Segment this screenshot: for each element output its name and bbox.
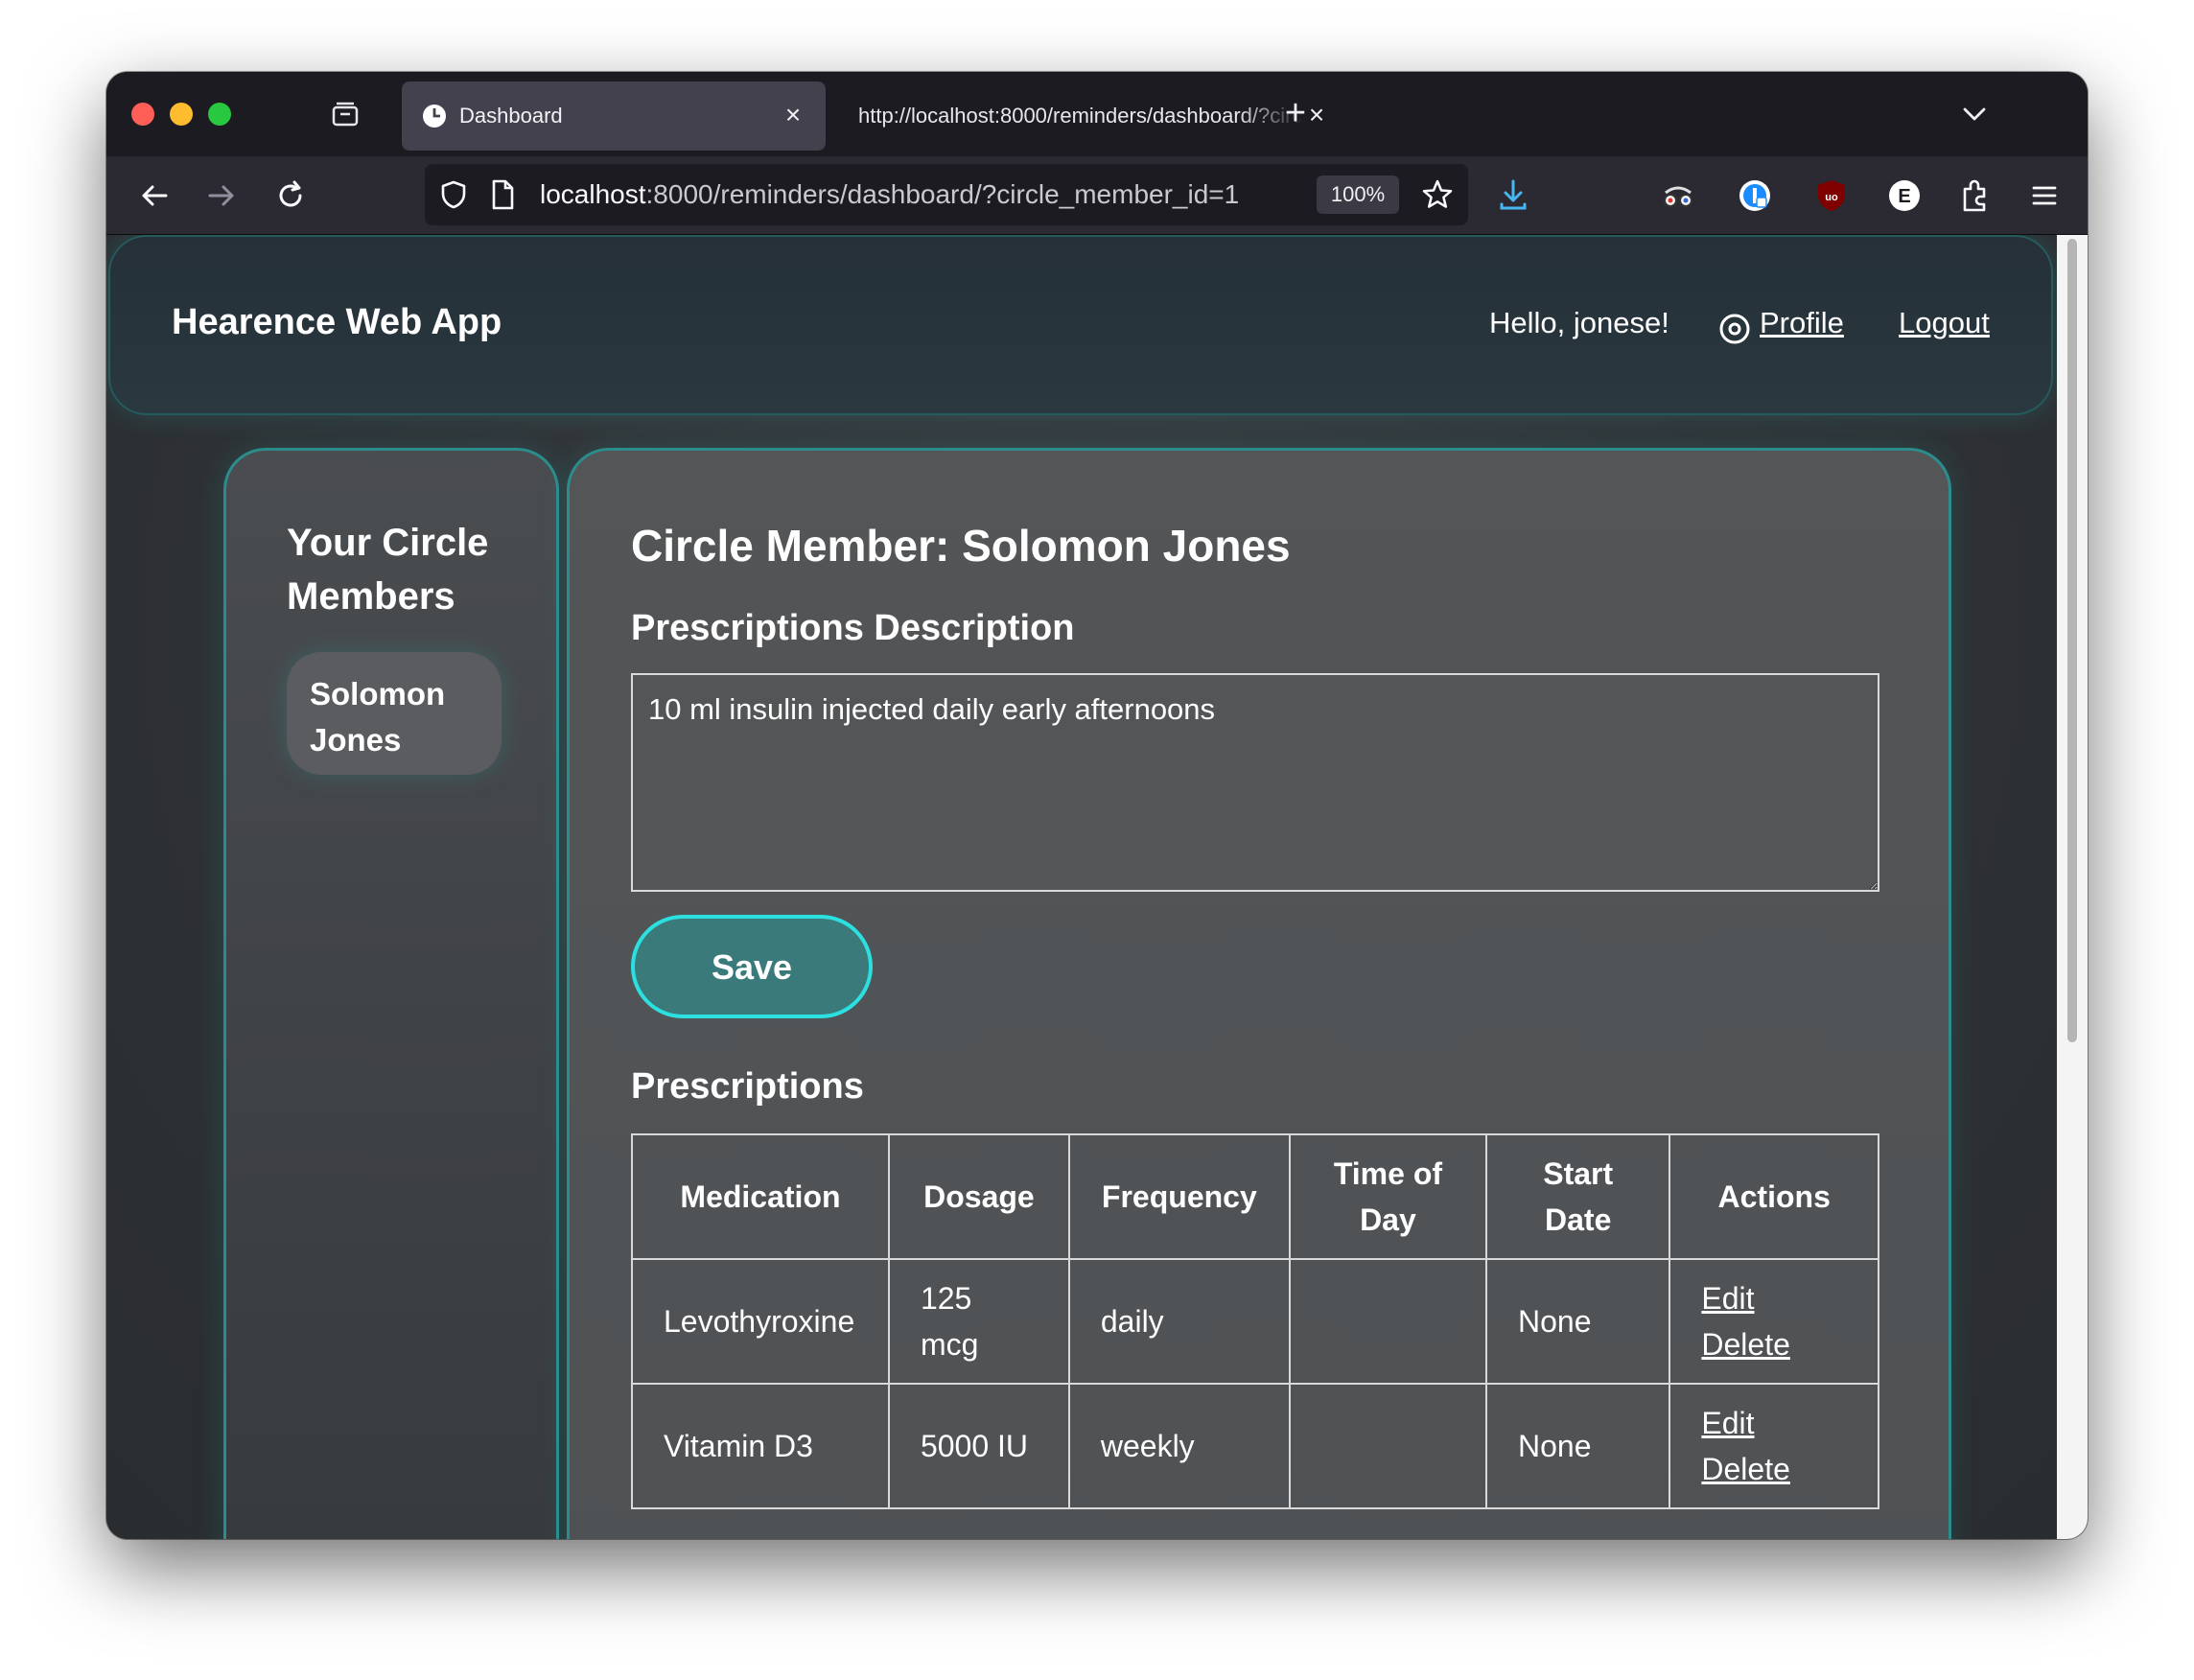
url-path: :8000/reminders/dashboard/?circle_member…: [645, 179, 1240, 209]
frequency-cell: daily: [1067, 1258, 1291, 1385]
delete-link[interactable]: Delete: [1701, 1321, 1847, 1367]
prescriptions-heading: Prescriptions: [631, 1066, 864, 1107]
start-date-cell: None: [1484, 1258, 1671, 1385]
prescriptions-description-field[interactable]: 10 ml insulin injected daily early after…: [631, 673, 1879, 892]
vertical-scrollbar[interactable]: [2057, 235, 2088, 1539]
edit-link[interactable]: Edit: [1701, 1275, 1847, 1321]
column-header-dosage: Dosage: [887, 1133, 1070, 1260]
table-header-row: Medication Dosage Frequency Time of Day …: [631, 1133, 1879, 1260]
zoom-level-badge[interactable]: 100%: [1317, 175, 1399, 214]
svg-text:E: E: [1898, 186, 1910, 207]
reload-icon[interactable]: [271, 176, 310, 215]
edit-link[interactable]: Edit: [1701, 1400, 1847, 1446]
url-host: localhost: [540, 179, 646, 209]
tab-dashboard[interactable]: Dashboard ×: [402, 82, 826, 151]
close-tab-icon[interactable]: ×: [780, 102, 806, 129]
clock-icon: [421, 103, 448, 129]
maximize-window-button[interactable]: [208, 103, 231, 126]
scrollbar-thumb[interactable]: [2067, 239, 2077, 1042]
page-icon[interactable]: [488, 178, 517, 211]
browser-window: Dashboard × http://localhost:8000/remind…: [106, 72, 2088, 1539]
address-bar[interactable]: localhost:8000/reminders/dashboard/?circ…: [425, 164, 1468, 225]
download-icon[interactable]: [1493, 175, 1533, 216]
column-header-medication: Medication: [631, 1133, 890, 1260]
actions-cell: Edit Delete: [1669, 1383, 1879, 1509]
medication-cell: Levothyroxine: [631, 1258, 890, 1385]
tab-title: Dashboard: [459, 104, 563, 128]
save-button[interactable]: Save: [631, 915, 873, 1018]
tab-title: http://localhost:8000/reminders/dashboar…: [858, 104, 1303, 128]
medication-cell: Vitamin D3: [631, 1383, 890, 1509]
dosage-cell: 5000 IU: [887, 1383, 1070, 1509]
app-header: Hearence Web App Hello, jonese! Profile …: [108, 235, 2053, 415]
tab-reminders[interactable]: http://localhost:8000/reminders/dashboar…: [835, 82, 1353, 151]
shield-icon[interactable]: [438, 179, 469, 210]
navigation-toolbar: localhost:8000/reminders/dashboard/?circ…: [106, 156, 2088, 235]
member-detail-panel: Circle Member: Solomon Jones Prescriptio…: [567, 448, 1951, 1539]
logout-link[interactable]: Logout: [1899, 306, 1990, 340]
sidebar-item-solomon-jones[interactable]: Solomon Jones: [287, 652, 502, 775]
tab-strip: Dashboard × http://localhost:8000/remind…: [106, 72, 2088, 156]
column-header-start-date: Start Date: [1484, 1133, 1671, 1260]
back-arrow-icon[interactable]: [135, 176, 174, 215]
url-text[interactable]: localhost:8000/reminders/dashboard/?circ…: [540, 177, 1239, 212]
svg-text:uo: uo: [1825, 192, 1838, 203]
e-extension-icon[interactable]: E: [1884, 175, 1925, 216]
new-tab-icon[interactable]: +: [1278, 95, 1313, 131]
hamburger-menu-icon[interactable]: [2024, 175, 2065, 216]
actions-cell: Edit Delete: [1669, 1258, 1879, 1385]
password-manager-extension-icon[interactable]: [1735, 175, 1775, 216]
ublock-origin-icon[interactable]: uo: [1811, 175, 1852, 216]
time-of-day-cell: [1288, 1258, 1488, 1385]
table-row: Levothyroxine 125 mcg daily None Edit De…: [631, 1258, 1879, 1385]
start-date-cell: None: [1484, 1383, 1671, 1509]
minimize-window-button[interactable]: [170, 103, 193, 126]
page-viewport: Hearence Web App Hello, jonese! Profile …: [106, 235, 2057, 1539]
forward-arrow-icon[interactable]: [202, 176, 241, 215]
column-header-actions: Actions: [1669, 1133, 1879, 1260]
spy-glasses-extension-icon[interactable]: [1658, 175, 1698, 216]
close-window-button[interactable]: [131, 103, 154, 126]
delete-link[interactable]: Delete: [1701, 1446, 1847, 1492]
column-header-time-of-day: Time of Day: [1288, 1133, 1488, 1260]
tab-manager-icon[interactable]: [331, 101, 360, 128]
profile-icon[interactable]: [1717, 312, 1752, 346]
extensions-puzzle-icon[interactable]: [1955, 175, 1996, 216]
user-greeting: Hello, jonese!: [1489, 306, 1669, 339]
dosage-cell: 125 mcg: [887, 1258, 1070, 1385]
profile-link[interactable]: Profile: [1760, 306, 1844, 340]
time-of-day-cell: [1288, 1383, 1488, 1509]
chevron-down-icon[interactable]: [1957, 99, 1992, 129]
bookmark-star-icon[interactable]: [1420, 177, 1455, 212]
circle-members-sidebar: Your Circle Members Solomon Jones: [223, 448, 559, 1539]
app-title[interactable]: Hearence Web App: [172, 302, 502, 343]
frequency-cell: weekly: [1067, 1383, 1291, 1509]
prescriptions-table: Medication Dosage Frequency Time of Day …: [631, 1133, 1879, 1509]
description-heading: Prescriptions Description: [631, 608, 1075, 648]
sidebar-title: Your Circle Members: [287, 522, 489, 618]
column-header-frequency: Frequency: [1067, 1133, 1291, 1260]
table-row: Vitamin D3 5000 IU weekly None Edit Dele…: [631, 1383, 1879, 1509]
page-title: Circle Member: Solomon Jones: [631, 521, 1291, 571]
